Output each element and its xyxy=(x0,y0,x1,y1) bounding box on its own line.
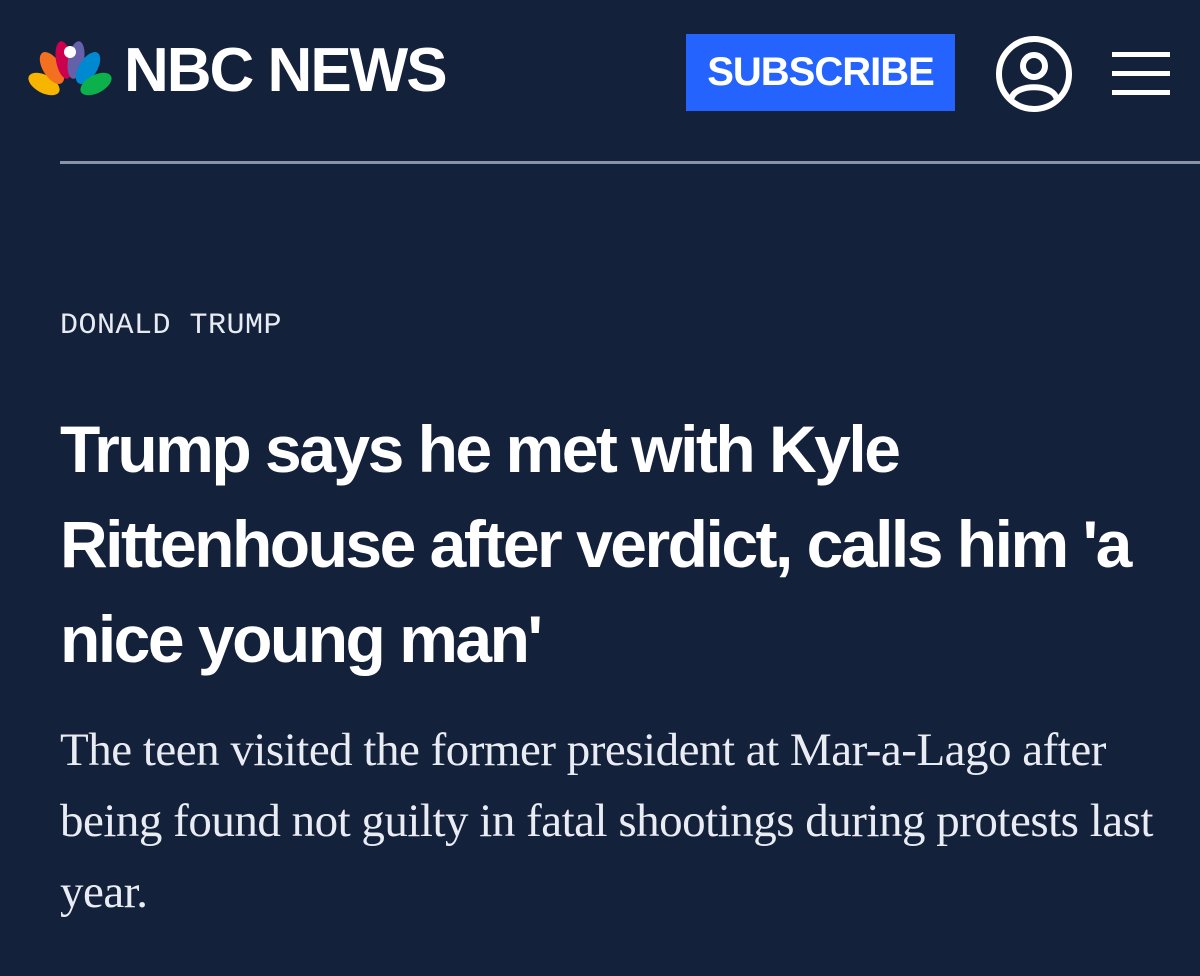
article-dek: The teen visited the former president at… xyxy=(60,724,1153,918)
site-header: NBC NEWS SUBSCRIBE xyxy=(0,0,1200,163)
nbc-news-logo[interactable]: NBC NEWS xyxy=(28,36,448,105)
section-tag-link[interactable]: DONALD TRUMP xyxy=(60,309,282,343)
subscribe-button[interactable]: SUBSCRIBE xyxy=(686,34,955,111)
header-divider xyxy=(60,161,1200,164)
article-headline: Trump says he met with Kyle Rittenhouse … xyxy=(60,412,1132,676)
hamburger-menu-icon[interactable] xyxy=(1112,50,1170,98)
logo-wordmark: NBC NEWS xyxy=(124,36,448,105)
account-icon[interactable] xyxy=(995,35,1073,113)
nbc-peacock-icon xyxy=(28,41,112,96)
